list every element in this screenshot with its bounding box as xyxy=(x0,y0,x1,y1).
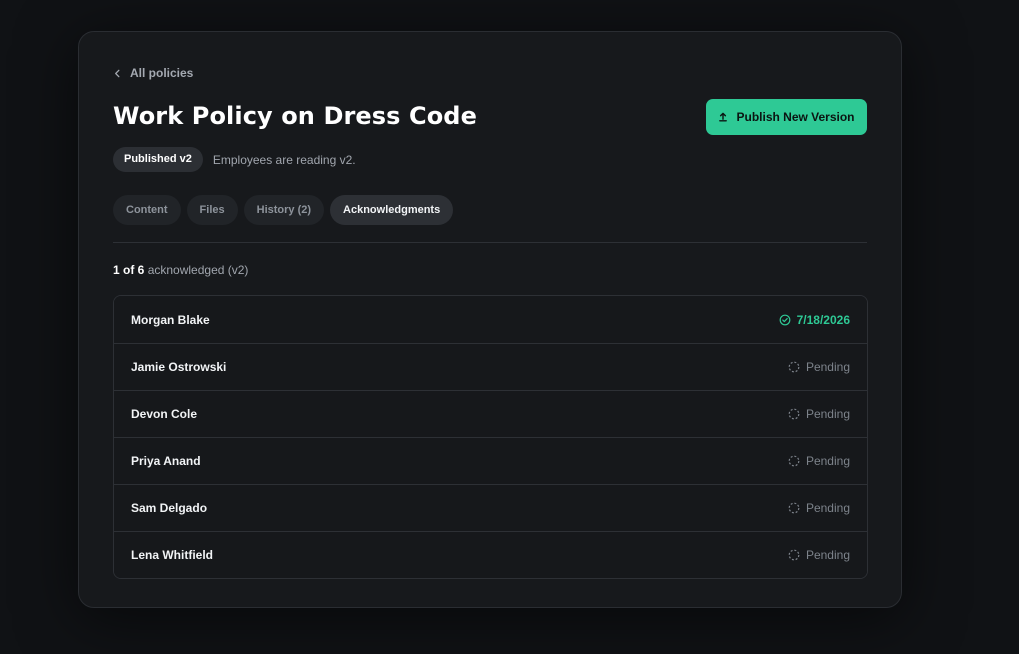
pending-icon xyxy=(788,408,800,420)
acknowledgment-list: Morgan Blake 7/18/2026 Jamie Ostrowski P… xyxy=(113,295,868,579)
pending-label: Pending xyxy=(805,360,850,374)
publish-new-version-button[interactable]: Publish New Version xyxy=(706,99,867,135)
list-item: Jamie Ostrowski Pending xyxy=(114,343,867,390)
list-item: Devon Cole Pending xyxy=(114,390,867,437)
pending-label: Pending xyxy=(805,454,850,468)
pending-label: Pending xyxy=(805,548,850,562)
pending-label: Pending xyxy=(805,501,850,515)
employee-name: Devon Cole xyxy=(131,407,198,421)
acknowledgment-summary-suffix: acknowledged (v2) xyxy=(147,263,249,277)
pending-icon xyxy=(788,455,800,467)
tab-acknowledgments[interactable]: Acknowledgments xyxy=(330,195,454,225)
back-link[interactable]: All policies xyxy=(113,66,193,80)
status-text: Employees are reading v2. xyxy=(212,152,356,167)
list-item: Morgan Blake 7/18/2026 xyxy=(114,296,867,343)
upload-icon xyxy=(719,112,728,122)
pending-icon xyxy=(788,549,800,561)
pending-status: Pending xyxy=(788,360,850,374)
pending-status: Pending xyxy=(788,548,850,562)
tab-content[interactable]: Content xyxy=(113,195,181,225)
version-status: Published v2 Employees are reading v2. xyxy=(113,147,356,172)
acknowledged-status: 7/18/2026 xyxy=(779,313,850,327)
check-circle-icon xyxy=(779,314,791,325)
acknowledged-date: 7/18/2026 xyxy=(796,312,850,327)
chevron-left-icon xyxy=(115,69,120,77)
page-title: Work Policy on Dress Code xyxy=(113,102,477,130)
acknowledgment-summary: 1 of 6 acknowledged (v2) xyxy=(113,263,248,277)
back-link-label: All policies xyxy=(130,66,194,80)
employee-name: Sam Delgado xyxy=(131,501,208,515)
pending-status: Pending xyxy=(788,454,850,468)
pending-icon xyxy=(788,502,800,514)
divider xyxy=(113,242,867,243)
pending-status: Pending xyxy=(788,501,850,515)
policy-card: All policies Work Policy on Dress Code P… xyxy=(78,31,902,608)
tab-files[interactable]: Files xyxy=(186,195,238,225)
tab-bar: Content Files History (2) Acknowledgment… xyxy=(113,195,454,225)
acknowledgment-count: 1 of 6 xyxy=(113,263,145,277)
employee-name: Lena Whitfield xyxy=(131,548,213,562)
pending-icon xyxy=(788,361,800,373)
pending-status: Pending xyxy=(788,407,850,421)
list-item: Lena Whitfield Pending xyxy=(114,531,867,578)
list-item: Sam Delgado Pending xyxy=(114,484,867,531)
employee-name: Priya Anand xyxy=(131,454,201,468)
publish-button-label: Publish New Version xyxy=(736,110,855,124)
employee-name: Jamie Ostrowski xyxy=(131,360,227,374)
status-badge: Published v2 xyxy=(113,147,203,172)
tab-history[interactable]: History (2) xyxy=(243,195,325,225)
employee-name: Morgan Blake xyxy=(131,312,210,327)
pending-label: Pending xyxy=(805,407,850,421)
list-item: Priya Anand Pending xyxy=(114,437,867,484)
